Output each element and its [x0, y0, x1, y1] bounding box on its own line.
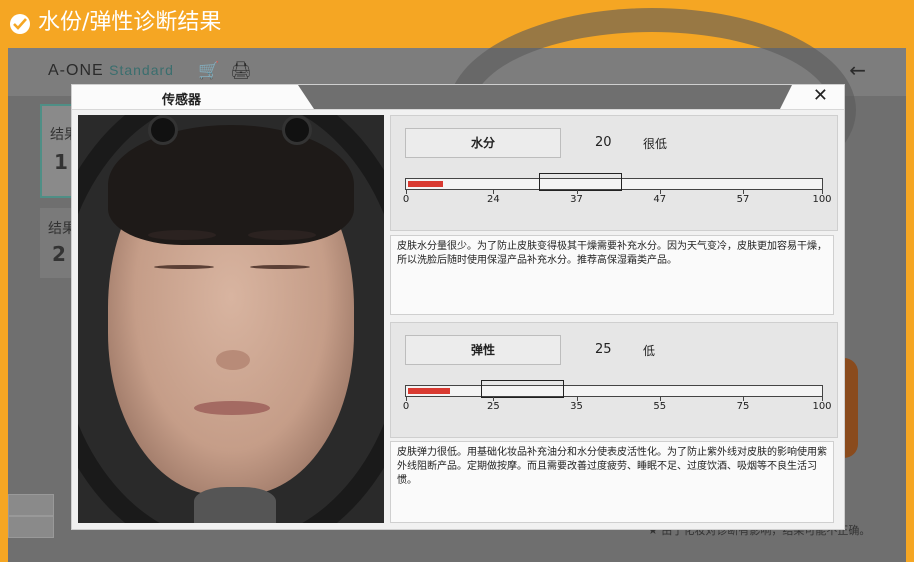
moisture-bar-fill [408, 181, 444, 187]
sensor-dialog: 传感器 ✕ 水分 20 很低 0 24 37 47 57 100 皮肤水分量很少。为了防止… [71, 84, 845, 530]
dialog-header: 传感器 ✕ [72, 85, 844, 109]
moisture-section: 水分 20 很低 0 24 37 47 57 100 [390, 115, 838, 231]
elasticity-bar [405, 380, 823, 398]
sensor-knob-right [282, 115, 312, 145]
elasticity-tick-label: 25 [486, 401, 500, 412]
elasticity-value: 25 [595, 342, 612, 357]
mouth-shape [194, 401, 270, 415]
moisture-button[interactable]: 水分 [405, 128, 561, 158]
close-icon[interactable]: ✕ [813, 86, 828, 106]
elasticity-bar-fill [408, 388, 450, 394]
elasticity-section: 弹性 25 低 0 25 35 55 75 100 [390, 322, 838, 438]
bg-orange-graphic [844, 358, 858, 458]
moisture-tick-label: 24 [486, 194, 500, 205]
back-arrow-icon[interactable]: ← [849, 58, 866, 82]
moisture-tick-label: 100 [812, 194, 832, 205]
face-photo [78, 115, 384, 523]
moisture-normal-range [539, 173, 623, 191]
moisture-value: 20 [595, 135, 612, 150]
brow-right [248, 230, 316, 240]
elasticity-description: 皮肤弹力很低。用基础化妆品补充油分和水分使表皮活性化。为了防止紫外线对皮肤的影响… [390, 441, 834, 523]
brow-left [148, 230, 216, 240]
eye-right [250, 265, 310, 269]
elasticity-tick-label: 55 [653, 401, 667, 412]
brand-name: A-ONE [48, 62, 104, 79]
bg-button-2[interactable] [8, 516, 54, 538]
page-title: 水份/弹性诊断结果 [38, 10, 222, 35]
elasticity-tick-label: 100 [812, 401, 832, 412]
result-value-2: 2 [52, 242, 66, 266]
printer-icon[interactable]: 🖨 [230, 61, 252, 81]
moisture-tick-label: 0 [402, 194, 410, 205]
hair-shape [108, 125, 354, 245]
elasticity-button[interactable]: 弹性 [405, 335, 561, 365]
sensor-knob-left [148, 115, 178, 145]
result-value-1: 1 [54, 150, 68, 174]
nose-shape [216, 350, 250, 370]
elasticity-normal-range [480, 380, 565, 398]
tab-sensor-label: 传感器 [162, 93, 202, 108]
moisture-bar [405, 173, 823, 191]
moisture-tick-label: 37 [570, 194, 583, 205]
brand-sub: Standard [109, 62, 174, 78]
elasticity-tick-label: 0 [402, 401, 410, 412]
bg-button-1[interactable] [8, 494, 54, 516]
cart-icon[interactable]: 🛒 [198, 61, 219, 81]
elasticity-tick-label: 75 [736, 401, 750, 412]
moisture-tick-label: 57 [736, 194, 750, 205]
moisture-tick-label: 47 [653, 194, 667, 205]
elasticity-tick-label: 35 [570, 401, 583, 412]
moisture-level: 很低 [643, 137, 668, 151]
chin-rest [194, 487, 276, 523]
eye-left [154, 265, 214, 269]
divider [72, 109, 844, 110]
check-circle-icon [10, 14, 30, 34]
elasticity-level: 低 [643, 344, 656, 358]
moisture-description: 皮肤水分量很少。为了防止皮肤变得极其干燥需要补充水分。因为天气变冷，皮肤更加容易… [390, 235, 834, 315]
brand-logo: A-ONE Standard [48, 62, 174, 80]
